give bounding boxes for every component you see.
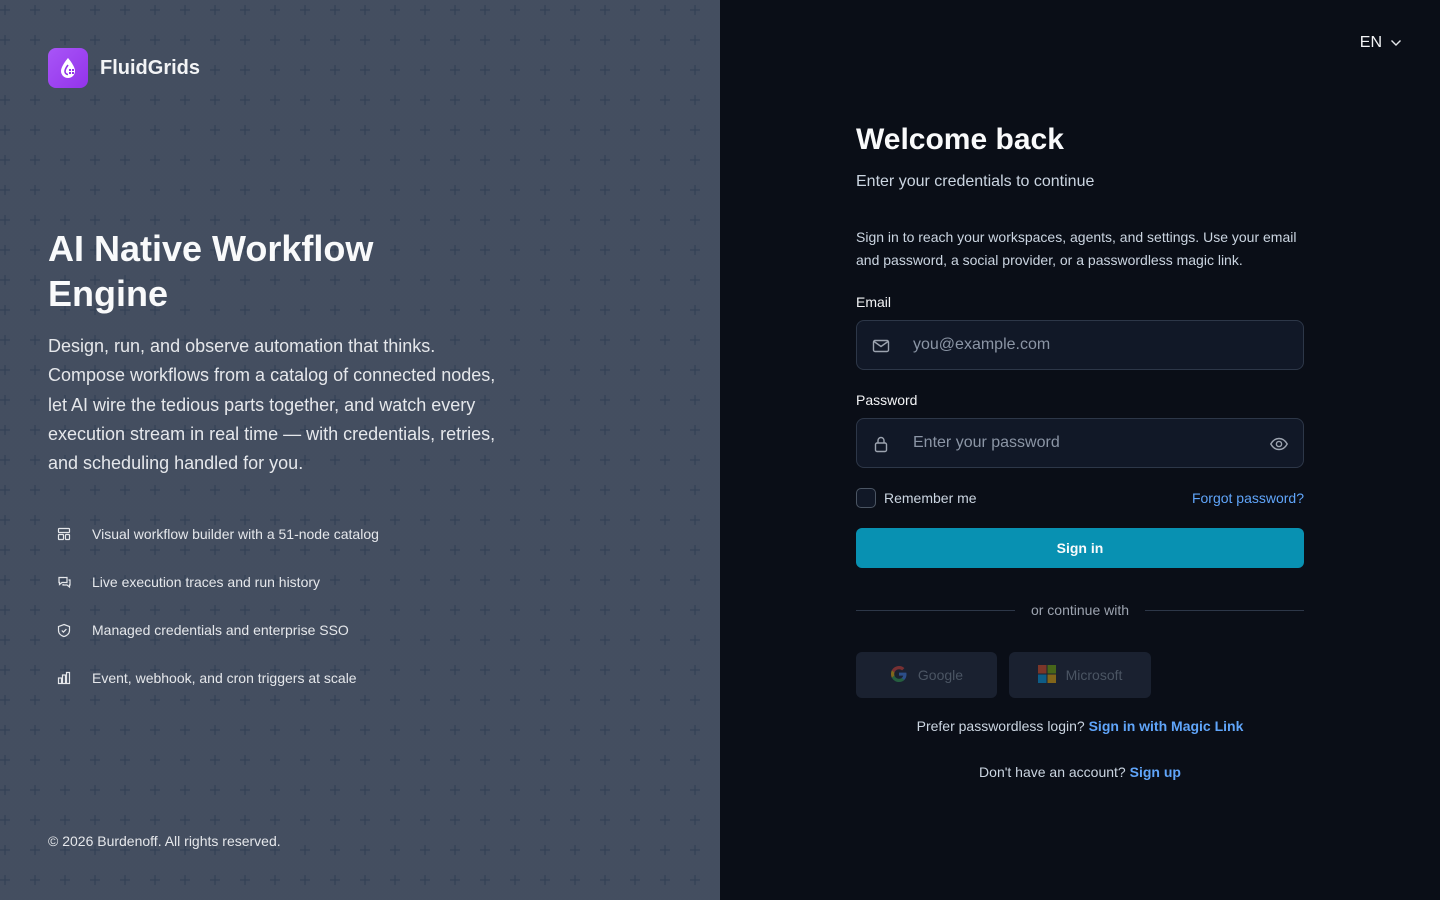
feature-item: Live execution traces and run history (48, 558, 379, 606)
hero-description: Design, run, and observe automation that… (48, 336, 496, 474)
language-value: EN (1359, 34, 1382, 51)
intro-text: Sign in to reach your workspaces, agents… (856, 229, 1297, 268)
hero-title: AI Native Workflow Engine (48, 228, 374, 314)
page-title: Welcome back (856, 123, 1064, 156)
divider: or continue with (856, 602, 1304, 618)
social-buttons: Google Microsoft (856, 652, 1304, 698)
feature-item: Visual workflow builder with a 51-node c… (48, 510, 379, 558)
options-row: Remember me Forgot password? (856, 488, 1304, 508)
remember-checkbox[interactable] (856, 488, 876, 508)
google-label: Google (917, 667, 964, 683)
signup-prompt: Don't have an account? (979, 764, 1130, 780)
password-field[interactable] (857, 419, 1303, 467)
password-field-wrapper (856, 418, 1304, 468)
email-field[interactable] (857, 321, 1303, 369)
copyright: © 2026 Burdenoff. All rights reserved. (48, 833, 281, 849)
mail-icon (871, 336, 891, 356)
magic-link-row: Prefer passwordless login? Sign in with … (856, 718, 1304, 734)
lock-icon (871, 434, 891, 454)
remember-label: Remember me (884, 490, 977, 506)
remember-me[interactable]: Remember me (856, 488, 977, 508)
microsoft-button[interactable]: Microsoft (1009, 652, 1151, 698)
feature-item: Event, webhook, and cron triggers at sca… (48, 654, 379, 702)
eye-icon[interactable] (1269, 434, 1289, 454)
chevron-down-icon (1390, 34, 1402, 52)
forgot-password-link[interactable]: Forgot password? (1192, 490, 1304, 506)
layout-grid-icon (48, 518, 80, 550)
feature-label: Visual workflow builder with a 51-node c… (92, 526, 379, 542)
right-panel: EN Welcome back Enter your credentials t… (720, 0, 1440, 900)
feature-item: Managed credentials and enterprise SSO (48, 606, 379, 654)
email-field-wrapper (856, 320, 1304, 370)
magic-link[interactable]: Sign in with Magic Link (1089, 718, 1244, 734)
email-label: Email (856, 294, 892, 310)
feature-label: Live execution traces and run history (92, 574, 321, 590)
left-panel: FluidGrids AI Native Workflow Engine Des… (0, 0, 720, 900)
divider-line (1145, 609, 1304, 611)
password-label: Password (856, 392, 918, 408)
divider-line (856, 609, 1015, 611)
divider-label: or continue with (1030, 602, 1130, 618)
language-selector[interactable]: EN (1360, 34, 1402, 52)
brand[interactable]: FluidGrids (48, 48, 200, 88)
fluidgrids-logo-icon (48, 48, 88, 88)
microsoft-icon (1037, 664, 1056, 686)
feature-list: Visual workflow builder with a 51-node c… (48, 510, 379, 702)
magic-link-prompt: Prefer passwordless login? (916, 718, 1089, 734)
brand-name: FluidGrids (100, 56, 200, 79)
feature-label: Event, webhook, and cron triggers at sca… (92, 670, 357, 686)
login-form: Welcome back Enter your credentials to c… (856, 120, 1304, 780)
signup-row: Don't have an account? Sign up (856, 764, 1304, 780)
page-subtitle: Enter your credentials to continue (856, 173, 1095, 190)
google-button[interactable]: Google (856, 652, 997, 698)
feature-label: Managed credentials and enterprise SSO (92, 622, 349, 638)
google-icon (890, 665, 908, 686)
signup-link[interactable]: Sign up (1130, 764, 1181, 780)
shield-check-icon (48, 614, 80, 646)
sign-in-button[interactable]: Sign in (856, 528, 1304, 568)
microsoft-label: Microsoft (1065, 667, 1123, 683)
bar-chart-icon (48, 662, 80, 694)
chat-bubbles-icon (48, 566, 80, 598)
